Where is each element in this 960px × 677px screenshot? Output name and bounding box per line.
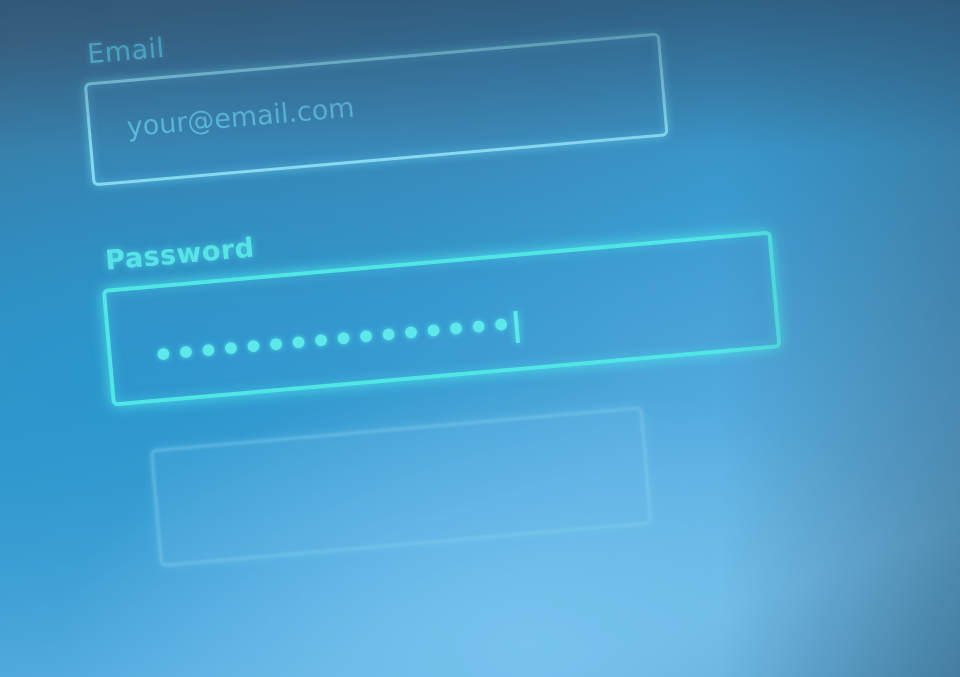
login-screen: Email your@email.com Password ••••••••••… <box>0 0 960 677</box>
password-value: •••••••••••••••• <box>149 302 520 380</box>
email-placeholder: your@email.com <box>125 92 356 144</box>
text-caret <box>512 310 520 344</box>
login-form: Email your@email.com Password ••••••••••… <box>80 0 844 570</box>
submit-button[interactable] <box>149 406 653 568</box>
password-masked-text: •••••••••••••••• <box>149 302 515 380</box>
submit-button-label <box>157 448 643 491</box>
